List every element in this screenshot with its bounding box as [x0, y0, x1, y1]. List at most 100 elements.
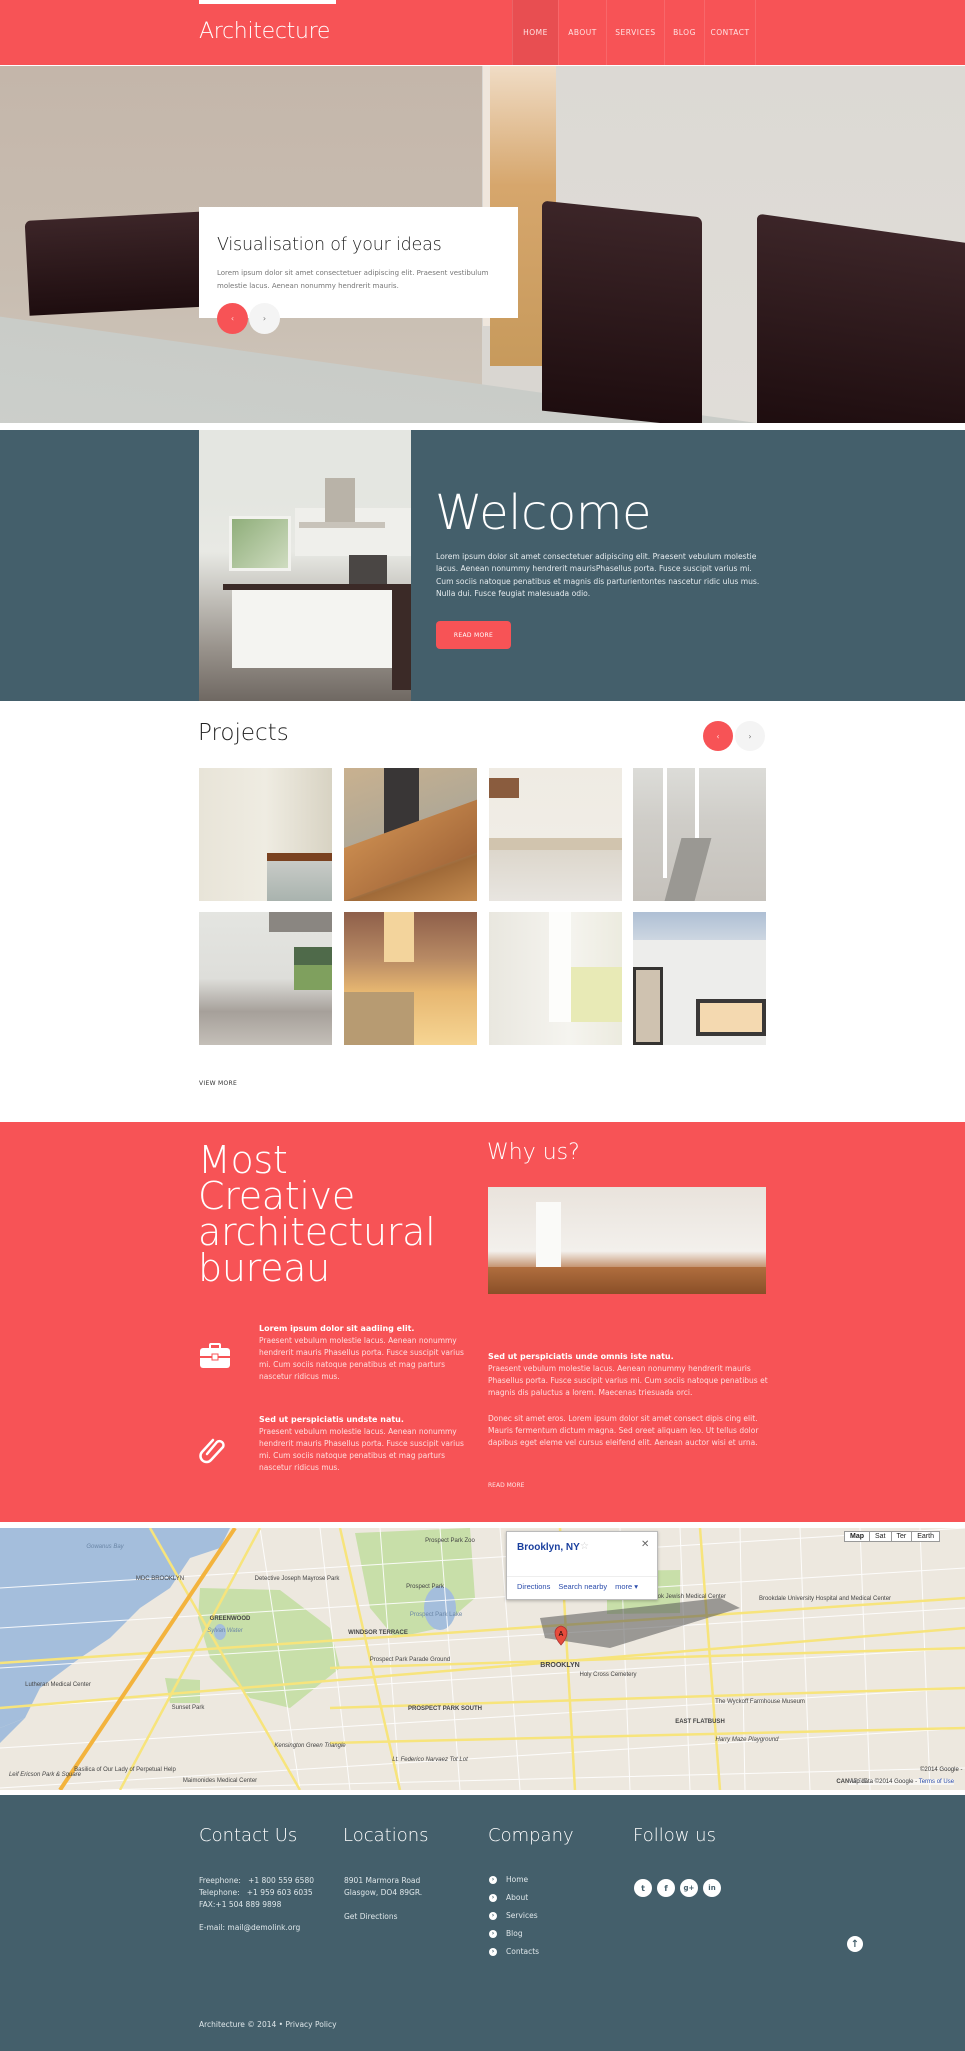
projects-prev-button[interactable]: ‹ — [703, 721, 733, 751]
svg-text:The Wyckoff Farmhouse Museum: The Wyckoff Farmhouse Museum — [715, 1699, 805, 1705]
chevron-left-icon: ‹ — [716, 731, 720, 741]
nav-blog[interactable]: BLOG — [664, 0, 704, 65]
svg-text:MDC BROOKLYN: MDC BROOKLYN — [136, 1576, 184, 1582]
hero-text: Lorem ipsum dolor sit amet consectetuer … — [217, 269, 489, 290]
map-canvas: A Gowanus Bay MDC BROOKLYN Detective Jos… — [0, 1528, 965, 1790]
why-us-subtitle: Sed ut perspiciatis unde omnis iste natu… — [488, 1352, 674, 1361]
map-type-terrain[interactable]: Ter — [890, 1532, 912, 1541]
welcome-title: Welcome — [435, 485, 652, 541]
google-plus-icon[interactable]: g+ — [680, 1879, 698, 1897]
svg-text:Prospect Park Zoo: Prospect Park Zoo — [425, 1538, 475, 1544]
project-thumb[interactable] — [344, 912, 477, 1045]
terms-of-use-link[interactable]: Terms of Use — [919, 1779, 954, 1785]
read-more-button[interactable]: READ MORE — [436, 621, 511, 649]
logo-accent-bar — [199, 0, 336, 4]
why-us-read-more-link[interactable]: READ MORE — [488, 1482, 524, 1489]
google-map[interactable]: A Gowanus Bay MDC BROOKLYN Detective Jos… — [0, 1528, 965, 1790]
project-thumb[interactable] — [199, 768, 332, 901]
creative-heading: Most Creative architectural bureau — [198, 1138, 436, 1290]
svg-text:Gowanus Bay: Gowanus Bay — [86, 1544, 124, 1550]
twitter-icon[interactable]: t — [634, 1879, 652, 1897]
locations-title: Locations — [343, 1825, 429, 1846]
project-thumb[interactable] — [489, 912, 622, 1045]
arrow-circle-icon: › — [489, 1875, 497, 1884]
project-thumb[interactable] — [489, 768, 622, 901]
freephone: Freephone: +1 800 559 6580 — [199, 1876, 314, 1885]
feature-text: Praesent vebulum molestie lacus. Aenean … — [259, 1336, 464, 1381]
paperclip-icon — [199, 1438, 225, 1464]
footer-link-about[interactable]: › About — [489, 1893, 528, 1902]
svg-text:WINDSOR TERRACE: WINDSOR TERRACE — [348, 1630, 408, 1636]
svg-text:Prospect Park Parade Ground: Prospect Park Parade Ground — [370, 1657, 450, 1663]
svg-text:Harry Maze Playground: Harry Maze Playground — [715, 1737, 779, 1743]
welcome-section: Welcome Lorem ipsum dolor sit amet conse… — [0, 430, 965, 701]
svg-text:Detective Joseph Mayrose Park: Detective Joseph Mayrose Park — [255, 1576, 341, 1582]
arrow-circle-icon: › — [489, 1929, 497, 1938]
site-header: Architecture HOME ABOUT SERVICES BLOG CO… — [0, 0, 965, 65]
view-more-link[interactable]: VIEW MORE — [199, 1080, 237, 1087]
footer-link-contacts[interactable]: › Contacts — [489, 1947, 539, 1956]
kitchen-image — [199, 430, 411, 701]
footer-link-blog[interactable]: › Blog — [489, 1929, 523, 1938]
footer-link-home[interactable]: › Home — [489, 1875, 528, 1884]
search-nearby-link[interactable]: Search nearby — [558, 1582, 607, 1591]
get-directions-link[interactable]: Get Directions — [344, 1911, 398, 1923]
project-thumb[interactable] — [633, 912, 766, 1045]
map-type-map[interactable]: Map — [845, 1532, 869, 1541]
map-copyright: ©2014 Google - — [920, 1767, 963, 1773]
projects-title: Projects — [198, 720, 289, 746]
hero-prev-button[interactable]: ‹ — [217, 303, 248, 334]
fax: FAX:+1 504 889 9898 — [199, 1900, 282, 1909]
info-window-links: Directions Search nearby more ▾ — [517, 1582, 638, 1591]
map-type-earth[interactable]: Earth — [911, 1532, 939, 1541]
why-us-title: Why us? — [487, 1140, 580, 1165]
facebook-icon[interactable]: f — [657, 1879, 675, 1897]
project-thumb[interactable] — [199, 912, 332, 1045]
nav-contact[interactable]: CONTACT — [704, 0, 756, 65]
project-thumb[interactable] — [344, 768, 477, 901]
back-to-top-button[interactable]: ↑ — [847, 1936, 863, 1952]
projects-next-button[interactable]: › — [735, 721, 765, 751]
chevron-left-icon: ‹ — [230, 314, 235, 323]
chevron-right-icon: › — [748, 731, 752, 741]
svg-text:Leif Ericson Park & Square: Leif Ericson Park & Square — [9, 1772, 82, 1778]
address-line1: 8901 Marmora Road — [344, 1876, 421, 1885]
site-logo[interactable]: Architecture — [199, 19, 330, 44]
contact-title: Contact Us — [199, 1825, 298, 1846]
arrow-circle-icon: › — [489, 1911, 497, 1920]
nav-home[interactable]: HOME — [512, 0, 558, 65]
svg-text:Holy Cross Cemetery: Holy Cross Cemetery — [579, 1672, 636, 1678]
nav-about[interactable]: ABOUT — [558, 0, 606, 65]
directions-link[interactable]: Directions — [517, 1582, 550, 1591]
telephone: Telephone: +1 959 603 6035 — [199, 1888, 313, 1897]
nav-services[interactable]: SERVICES — [606, 0, 664, 65]
svg-text:Brookdale University Hospital: Brookdale University Hospital and Medica… — [759, 1596, 891, 1602]
linkedin-icon[interactable]: in — [703, 1879, 721, 1897]
site-footer: Contact Us Freephone: +1 800 559 6580 Te… — [0, 1795, 965, 2051]
arrow-circle-icon: › — [489, 1947, 497, 1956]
more-link[interactable]: more ▾ — [615, 1582, 638, 1591]
footer-link-services[interactable]: › Services — [489, 1911, 538, 1920]
company-title: Company — [488, 1825, 574, 1846]
hero-caption-card: Visualisation of your ideas Lorem ipsum … — [199, 207, 518, 318]
arrow-up-icon: ↑ — [850, 1938, 860, 1950]
why-us-text: Praesent vebulum molestie lacus. Aenean … — [488, 1364, 768, 1397]
star-icon[interactable]: ☆ — [580, 1541, 589, 1552]
info-window-title[interactable]: Brooklyn, NY — [517, 1542, 580, 1553]
hero-title: Visualisation of your ideas — [217, 235, 442, 255]
email-link[interactable]: E-mail: mail@demolink.org — [199, 1922, 300, 1934]
svg-text:Prospect Park: Prospect Park — [406, 1584, 445, 1590]
chevron-right-icon: › — [262, 314, 267, 323]
briefcase-icon — [200, 1343, 230, 1368]
svg-text:GREENWOOD: GREENWOOD — [210, 1616, 251, 1622]
why-us-text: Donec sit amet eros. Lorem ipsum dolor s… — [488, 1414, 759, 1447]
map-type-satellite[interactable]: Sat — [869, 1532, 891, 1541]
close-icon[interactable]: ✕ — [641, 1539, 649, 1550]
arrow-circle-icon: › — [489, 1893, 497, 1902]
hero-next-button[interactable]: › — [249, 303, 280, 334]
svg-text:EAST FLATBUSH: EAST FLATBUSH — [675, 1719, 725, 1725]
map-data-attribution: Map data ©2014 Google - Terms of Use — [848, 1779, 955, 1785]
address-line2: Glasgow, DO4 89GR. — [344, 1888, 423, 1897]
project-thumb[interactable] — [633, 768, 766, 901]
why-us-image — [488, 1187, 766, 1294]
